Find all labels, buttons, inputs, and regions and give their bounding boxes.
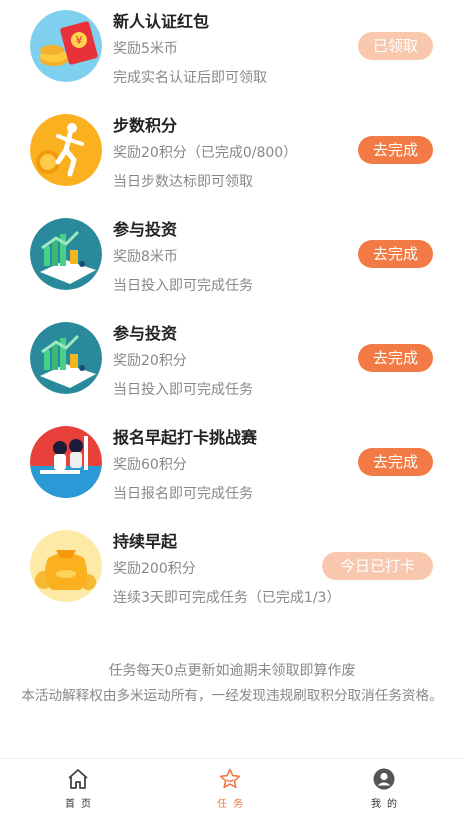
user-avatar-icon <box>373 768 395 790</box>
task-description: 当日报名即可完成任务 <box>113 486 253 502</box>
task-item-early-rise-challenge: 报名早起打卡挑战赛 奖励60积分 当日报名即可完成任务 去完成 <box>0 416 464 520</box>
task-reward: 奖励5米币 <box>113 41 178 57</box>
task-reward: 奖励20积分（已完成0/800） <box>113 145 298 161</box>
task-reward: 奖励20积分 <box>113 353 187 369</box>
tab-tasks-label: 任务 <box>217 799 249 810</box>
task-reward: 奖励60积分 <box>113 457 187 473</box>
investment-chart-icon <box>30 218 102 290</box>
task-description: 当日步数达标即可领取 <box>113 174 253 190</box>
task-reward: 奖励8米币 <box>113 249 178 265</box>
task-item-new-user-red-envelope: ¥ 新人认证红包 奖励5米币 完成实名认证后即可领取 已领取 <box>0 0 464 104</box>
svg-text:¥: ¥ <box>76 34 83 47</box>
task-title: 参与投资 <box>113 220 178 239</box>
tab-home[interactable]: 首页 <box>38 759 118 817</box>
checked-in-today-button[interactable]: 今日已打卡 <box>322 552 433 580</box>
task-title: 持续早起 <box>113 532 178 551</box>
task-item-investment-points: 参与投资 奖励20积分 当日投入即可完成任务 去完成 <box>0 312 464 416</box>
go-complete-button[interactable]: 去完成 <box>358 344 433 372</box>
challenge-icon <box>30 426 102 498</box>
task-title: 新人认证红包 <box>113 12 210 31</box>
bottom-tab-bar: 首页 任务 我的 <box>0 758 464 817</box>
task-item-investment: 参与投资 奖励8米币 当日投入即可完成任务 去完成 <box>0 208 464 312</box>
go-complete-button[interactable]: 去完成 <box>358 240 433 268</box>
task-title: 参与投资 <box>113 324 178 343</box>
task-reward: 奖励200积分 <box>113 561 196 577</box>
claimed-button[interactable]: 已领取 <box>358 32 433 60</box>
tab-mine[interactable]: 我的 <box>344 759 424 817</box>
tab-mine-label: 我的 <box>371 799 403 810</box>
task-title: 步数积分 <box>113 116 178 135</box>
task-description: 当日投入即可完成任务 <box>113 278 253 294</box>
go-complete-button[interactable]: 去完成 <box>358 448 433 476</box>
home-icon <box>68 769 88 789</box>
rules-note-line-2: 本活动解释权由多米运动所有，一经发现违规刷取积分取消任务资格。 <box>21 688 443 704</box>
rules-note-line-1: 任务每天0点更新如逾期未领取即算作废 <box>108 663 356 679</box>
investment-chart-icon <box>30 322 102 394</box>
tab-home-label: 首页 <box>65 799 97 810</box>
go-complete-button[interactable]: 去完成 <box>358 136 433 164</box>
task-description: 完成实名认证后即可领取 <box>113 70 267 86</box>
tab-tasks[interactable]: 任务 <box>190 759 270 817</box>
task-item-keep-early-rising: 持续早起 奖励200积分 连续3天即可完成任务（已完成1/3） 今日已打卡 <box>0 520 464 624</box>
task-description: 连续3天即可完成任务（已完成1/3） <box>113 590 341 606</box>
task-item-step-points: 步数积分 奖励20积分（已完成0/800） 当日步数达标即可领取 去完成 <box>0 104 464 208</box>
runner-icon <box>30 114 102 186</box>
task-description: 当日投入即可完成任务 <box>113 382 253 398</box>
gold-bag-icon <box>30 530 102 602</box>
task-title: 报名早起打卡挑战赛 <box>113 428 258 447</box>
star-icon <box>219 768 241 789</box>
red-envelope-icon: ¥ <box>30 10 102 82</box>
